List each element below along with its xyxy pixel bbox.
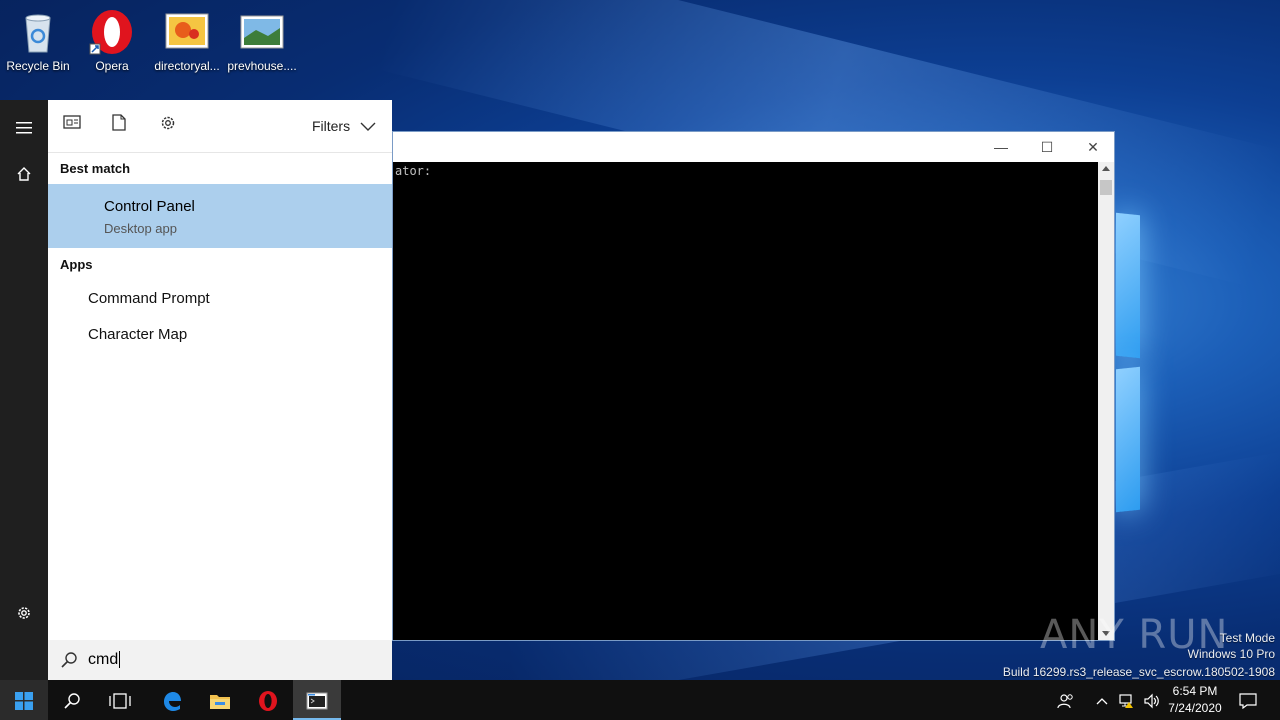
search-box[interactable]: cmd (48, 640, 392, 680)
command-prompt-icon (306, 692, 328, 710)
desktop-icon-prevhouse[interactable]: prevhouse.... (224, 6, 300, 73)
notification-icon (1239, 693, 1257, 710)
taskbar-file-explorer[interactable] (196, 680, 244, 720)
taskbar-command-prompt[interactable] (293, 680, 341, 720)
opera-icon (88, 8, 136, 56)
desktop-icon-recycle-bin[interactable]: Recycle Bin (0, 6, 76, 73)
search-icon (61, 652, 77, 668)
filters-dropdown[interactable]: Filters (312, 118, 376, 134)
taskbar-opera[interactable] (244, 680, 292, 720)
image-file-icon (163, 8, 211, 56)
scroll-thumb[interactable] (1100, 180, 1112, 195)
close-button[interactable]: ✕ (1070, 132, 1116, 162)
search-results-panel: Filters Best match Control Panel Desktop… (48, 100, 392, 680)
taskbar: 6:54 PM 7/24/2020 (0, 680, 1280, 720)
home-icon[interactable] (0, 152, 48, 200)
best-match-subtitle: Desktop app (104, 221, 177, 236)
settings-gear-icon[interactable] (0, 592, 48, 640)
show-hidden-icons-button[interactable] (1090, 680, 1114, 720)
desktop-icon-directoryal[interactable]: directoryal... (149, 6, 225, 73)
search-input-value: cmd (88, 651, 119, 668)
edge-browser-icon (164, 692, 181, 712)
hamburger-menu-icon[interactable] (0, 104, 48, 152)
test-mode-text: Test Mode (1219, 631, 1275, 645)
chevron-down-icon (360, 122, 376, 132)
desktop-icon-label: directoryal... (154, 59, 220, 73)
task-view-button[interactable] (96, 680, 144, 720)
search-toolbar: Filters (48, 100, 392, 153)
desktop-icon-opera[interactable]: Opera (74, 6, 150, 73)
best-match-heading: Best match (60, 161, 131, 176)
clock-time: 6:54 PM (1172, 684, 1218, 698)
clock-date: 7/24/2020 (1168, 701, 1222, 715)
desktop-icon-label: prevhouse.... (227, 59, 297, 73)
network-status[interactable] (1115, 680, 1139, 720)
people-button[interactable] (1043, 680, 1089, 720)
console-text: ator: (395, 164, 432, 178)
network-warning-icon (1119, 694, 1133, 709)
search-input[interactable]: cmd (88, 651, 121, 669)
people-icon (1057, 694, 1073, 709)
all-results-icon[interactable] (60, 114, 84, 138)
recycle-bin-icon (14, 8, 62, 56)
clock[interactable]: 6:54 PM 7/24/2020 (1165, 683, 1225, 717)
best-match-title: Control Panel (104, 198, 195, 215)
task-view-icon (109, 693, 131, 709)
cortana-search-button[interactable] (48, 680, 96, 720)
documents-icon[interactable] (107, 114, 131, 138)
desktop-icon-label: Recycle Bin (6, 59, 70, 73)
action-center-button[interactable] (1228, 680, 1268, 720)
command-prompt-window[interactable]: — ☐ ✕ ator: (392, 131, 1115, 641)
image-file-icon (238, 8, 286, 56)
taskbar-edge[interactable] (148, 680, 196, 720)
search-icon (64, 693, 80, 709)
settings-filter-icon[interactable] (156, 114, 180, 138)
start-button[interactable] (0, 680, 48, 720)
desktop-icon-label: Opera (95, 59, 129, 73)
console-area[interactable]: ator: (393, 162, 1099, 640)
scroll-up-icon[interactable] (1102, 166, 1110, 171)
windows-edition-text: Windows 10 Pro (1187, 647, 1275, 661)
chevron-up-icon (1096, 698, 1108, 705)
volume-control[interactable] (1140, 680, 1164, 720)
windows-start-icon (15, 692, 33, 711)
window-titlebar[interactable]: — ☐ ✕ (393, 132, 1114, 162)
app-result-command-prompt[interactable]: Command Prompt (88, 290, 210, 307)
minimize-button[interactable]: — (978, 132, 1024, 162)
app-result-character-map[interactable]: Character Map (88, 326, 187, 343)
build-info-text: Build 16299.rs3_release_svc_escrow.18050… (1002, 665, 1275, 679)
opera-icon (259, 691, 277, 712)
apps-heading: Apps (60, 257, 93, 272)
best-match-control-panel[interactable]: Control Panel Desktop app (48, 184, 392, 248)
maximize-button[interactable]: ☐ (1024, 132, 1070, 162)
speaker-icon (1144, 693, 1159, 709)
folder-icon (210, 695, 230, 710)
start-menu-rail (0, 100, 48, 680)
text-cursor (119, 651, 121, 668)
console-scrollbar[interactable] (1098, 162, 1114, 640)
filters-label: Filters (311, 118, 351, 134)
